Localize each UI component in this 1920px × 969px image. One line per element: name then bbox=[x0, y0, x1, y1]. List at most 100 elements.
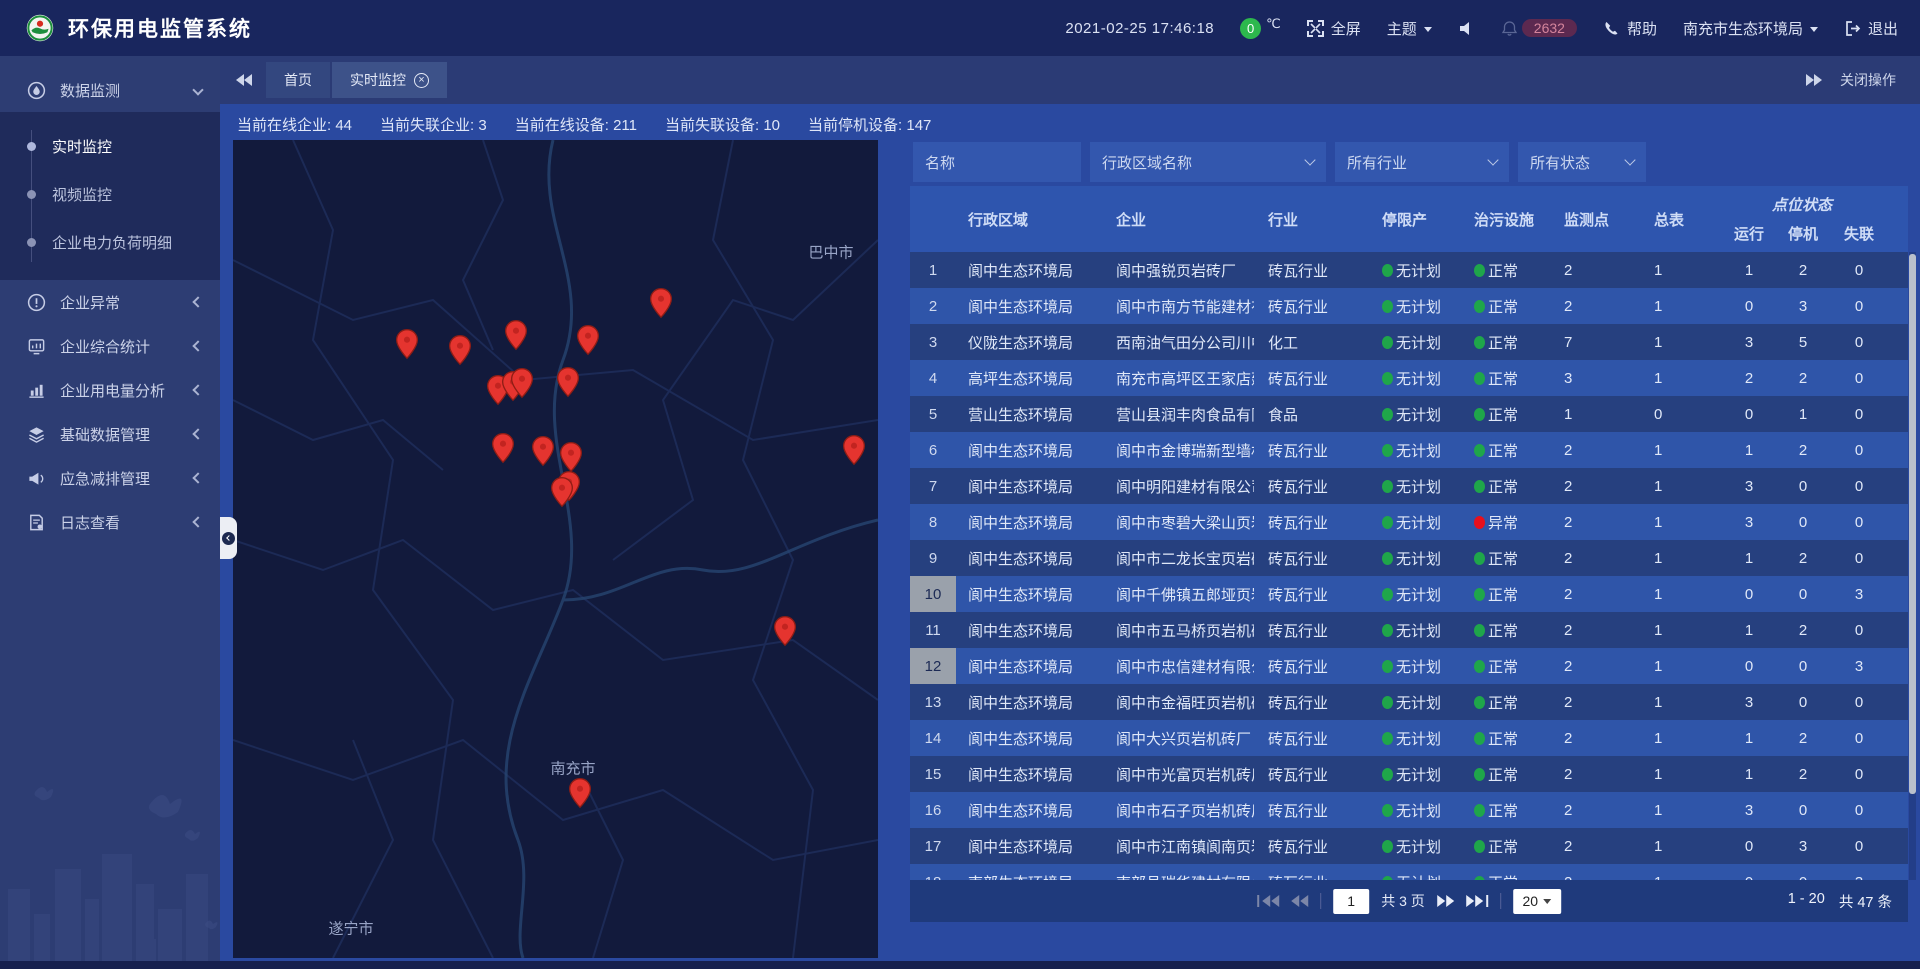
page-size-select[interactable]: 20 bbox=[1513, 889, 1561, 914]
cell-region: 阆中生态环境局 bbox=[956, 756, 1106, 792]
cell-industry: 砖瓦行业 bbox=[1254, 792, 1376, 828]
sidebar-collapse-button[interactable] bbox=[220, 517, 237, 559]
last-page-icon bbox=[1466, 895, 1474, 907]
cell-disconnected: 0 bbox=[1830, 720, 1888, 756]
map-pin-icon[interactable] bbox=[560, 442, 583, 473]
theme-menu[interactable]: 主题 bbox=[1387, 18, 1432, 39]
table-row[interactable]: 10 阆中生态环境局 阆中千佛镇五郎垭页岩 砖瓦行业 无计划 正常 2 1 0 … bbox=[910, 576, 1908, 612]
table-row[interactable]: 8 阆中生态环境局 阆中市枣碧大梁山页岩 砖瓦行业 无计划 异常 2 1 3 0… bbox=[910, 504, 1908, 540]
row-index: 15 bbox=[910, 756, 956, 792]
map-pin-icon[interactable] bbox=[569, 778, 592, 809]
map-pin-icon[interactable] bbox=[774, 616, 797, 647]
status-dot-icon bbox=[1474, 408, 1485, 421]
scroll-tabs-right-button[interactable] bbox=[1806, 74, 1822, 86]
sidebar-subitem-0[interactable]: 实时监控 bbox=[0, 122, 220, 170]
volume-button[interactable] bbox=[1458, 20, 1475, 37]
cell-industry: 砖瓦行业 bbox=[1254, 288, 1376, 324]
tab-0[interactable]: 首页 bbox=[266, 62, 330, 98]
first-page-button[interactable] bbox=[1257, 895, 1279, 907]
notifications-button[interactable]: 2632 bbox=[1501, 19, 1577, 37]
cell-region: 阆中生态环境局 bbox=[956, 648, 1106, 684]
fullscreen-button[interactable]: 全屏 bbox=[1307, 18, 1361, 39]
table-row[interactable]: 12 阆中生态环境局 阆中市忠信建材有限公 砖瓦行业 无计划 正常 2 1 0 … bbox=[910, 648, 1908, 684]
status-dot-icon bbox=[1474, 516, 1485, 529]
cell-stopped: 2 bbox=[1776, 360, 1830, 396]
scroll-tabs-left-button[interactable] bbox=[236, 74, 252, 86]
table-row[interactable]: 5 营山生态环境局 营山县润丰肉食品有限 食品 无计划 正常 1 0 0 1 0 bbox=[910, 396, 1908, 432]
table-row[interactable]: 4 高坪生态环境局 南充市高坪区王家店建 砖瓦行业 无计划 正常 3 1 2 2… bbox=[910, 360, 1908, 396]
map-pin-icon[interactable] bbox=[843, 435, 866, 466]
page-number-input[interactable]: 1 bbox=[1333, 889, 1369, 914]
map-pin-icon[interactable] bbox=[505, 320, 528, 351]
table-row[interactable]: 16 阆中生态环境局 阆中市石子页岩机砖厂 砖瓦行业 无计划 正常 2 1 3 … bbox=[910, 792, 1908, 828]
sidebar-item-6[interactable]: 日志查看 bbox=[0, 500, 220, 544]
cell-company: 阆中市南方节能建材有 bbox=[1106, 288, 1254, 324]
organization-menu[interactable]: 南充市生态环境局 bbox=[1683, 18, 1818, 39]
sidebar-item-label: 数据监测 bbox=[60, 80, 194, 101]
cell-production-limit: 无计划 bbox=[1376, 468, 1456, 504]
cell-production-limit: 无计划 bbox=[1376, 756, 1456, 792]
table-row[interactable]: 14 阆中生态环境局 阆中大兴页岩机砖厂 砖瓦行业 无计划 正常 2 1 1 2… bbox=[910, 720, 1908, 756]
map-pin-icon[interactable] bbox=[557, 367, 580, 398]
map-pin-icon[interactable] bbox=[532, 436, 555, 467]
next-page-button[interactable] bbox=[1437, 895, 1454, 907]
tab-1[interactable]: 实时监控 × bbox=[332, 62, 447, 98]
map-pin-icon[interactable] bbox=[449, 335, 472, 366]
app-title: 环保用电监管系统 bbox=[68, 13, 252, 43]
sidebar-item-5[interactable]: 应急减排管理 bbox=[0, 456, 220, 500]
bullet-icon bbox=[27, 238, 36, 247]
table-row[interactable]: 7 阆中生态环境局 阆中明阳建材有限公司 砖瓦行业 无计划 正常 2 1 3 0… bbox=[910, 468, 1908, 504]
sidebar-item-2[interactable]: 企业综合统计 bbox=[0, 324, 220, 368]
status-dot-icon bbox=[1382, 336, 1393, 349]
map-pin-icon[interactable] bbox=[492, 433, 515, 464]
cell-region: 阆中生态环境局 bbox=[956, 612, 1106, 648]
cell-total-meter: 1 bbox=[1638, 756, 1722, 792]
table-row[interactable]: 1 阆中生态环境局 阆中强锐页岩砖厂 砖瓦行业 无计划 正常 2 1 1 2 0 bbox=[910, 252, 1908, 288]
table-row[interactable]: 11 阆中生态环境局 阆中市五马桥页岩机砖 砖瓦行业 无计划 正常 2 1 1 … bbox=[910, 612, 1908, 648]
prev-page-button[interactable] bbox=[1291, 895, 1308, 907]
scrollbar-thumb[interactable] bbox=[1909, 254, 1916, 794]
cell-running: 3 bbox=[1722, 792, 1776, 828]
sidebar-item-4[interactable]: 基础数据管理 bbox=[0, 412, 220, 456]
status-label: 当前停机设备: bbox=[808, 117, 906, 134]
table-row[interactable]: 18 南部生态环境局 南部县瑞华建材有限公 砖瓦行业 无计划 正常 2 1 0 … bbox=[910, 864, 1908, 880]
status-dot-icon bbox=[1474, 444, 1485, 457]
status-dot-icon bbox=[1382, 300, 1393, 313]
region-filter-select[interactable]: 行政区域名称 bbox=[1090, 142, 1326, 182]
sidebar-item-1[interactable]: 企业异常 bbox=[0, 280, 220, 324]
sidebar-subitem-2[interactable]: 企业电力负荷明细 bbox=[0, 218, 220, 266]
map-pin-icon[interactable] bbox=[396, 329, 419, 360]
industry-filter-select[interactable]: 所有行业 bbox=[1335, 142, 1509, 182]
help-button[interactable]: 帮助 bbox=[1603, 18, 1657, 39]
status-filter-select[interactable]: 所有状态 bbox=[1518, 142, 1646, 182]
status-value: 10 bbox=[763, 117, 780, 134]
last-page-button[interactable] bbox=[1466, 895, 1488, 907]
logout-button[interactable]: 退出 bbox=[1844, 18, 1898, 39]
table-row[interactable]: 6 阆中生态环境局 阆中市金博瑞新型墙材 砖瓦行业 无计划 正常 2 1 1 2… bbox=[910, 432, 1908, 468]
table-row[interactable]: 9 阆中生态环境局 阆中市二龙长宝页岩砖 砖瓦行业 无计划 正常 2 1 1 2… bbox=[910, 540, 1908, 576]
map-pin-icon[interactable] bbox=[577, 325, 600, 356]
sidebar-item-3[interactable]: 企业用电量分析 bbox=[0, 368, 220, 412]
close-operations-menu[interactable]: 关闭操作 bbox=[1840, 70, 1896, 90]
right-panel: 名称 行政区域名称 所有行业 所有状态 行政区域 企业 行业 停限产 bbox=[910, 140, 1910, 968]
map-pin-icon[interactable] bbox=[511, 368, 534, 399]
row-index: 5 bbox=[910, 396, 956, 432]
table-row[interactable]: 3 仪陇生态环境局 西南油气田分公司川中 化工 无计划 正常 7 1 3 5 0 bbox=[910, 324, 1908, 360]
map-pin-icon[interactable] bbox=[551, 477, 574, 508]
cell-region: 阆中生态环境局 bbox=[956, 792, 1106, 828]
name-filter-input[interactable]: 名称 bbox=[913, 142, 1081, 182]
chevron-left-icon bbox=[192, 340, 203, 351]
map-pin-icon[interactable] bbox=[650, 288, 673, 319]
map-panel[interactable]: 巴中市南充市遂宁市 bbox=[233, 140, 878, 958]
map-city-label: 南充市 bbox=[550, 758, 595, 779]
table-row[interactable]: 17 阆中生态环境局 阆中市江南镇阆南页岩 砖瓦行业 无计划 正常 2 1 0 … bbox=[910, 828, 1908, 864]
close-tab-icon[interactable]: × bbox=[414, 73, 429, 88]
cell-monitor-points: 2 bbox=[1554, 252, 1638, 288]
chevron-down-icon bbox=[1543, 899, 1551, 904]
status-dot-icon bbox=[1382, 840, 1393, 853]
table-row[interactable]: 2 阆中生态环境局 阆中市南方节能建材有 砖瓦行业 无计划 正常 2 1 0 3… bbox=[910, 288, 1908, 324]
sidebar-item-0[interactable]: 数据监测 bbox=[0, 68, 220, 112]
table-row[interactable]: 13 阆中生态环境局 阆中市金福旺页岩机砖 砖瓦行业 无计划 正常 2 1 3 … bbox=[910, 684, 1908, 720]
sidebar-subitem-1[interactable]: 视频监控 bbox=[0, 170, 220, 218]
table-row[interactable]: 15 阆中生态环境局 阆中市光富页岩机砖厂 砖瓦行业 无计划 正常 2 1 1 … bbox=[910, 756, 1908, 792]
